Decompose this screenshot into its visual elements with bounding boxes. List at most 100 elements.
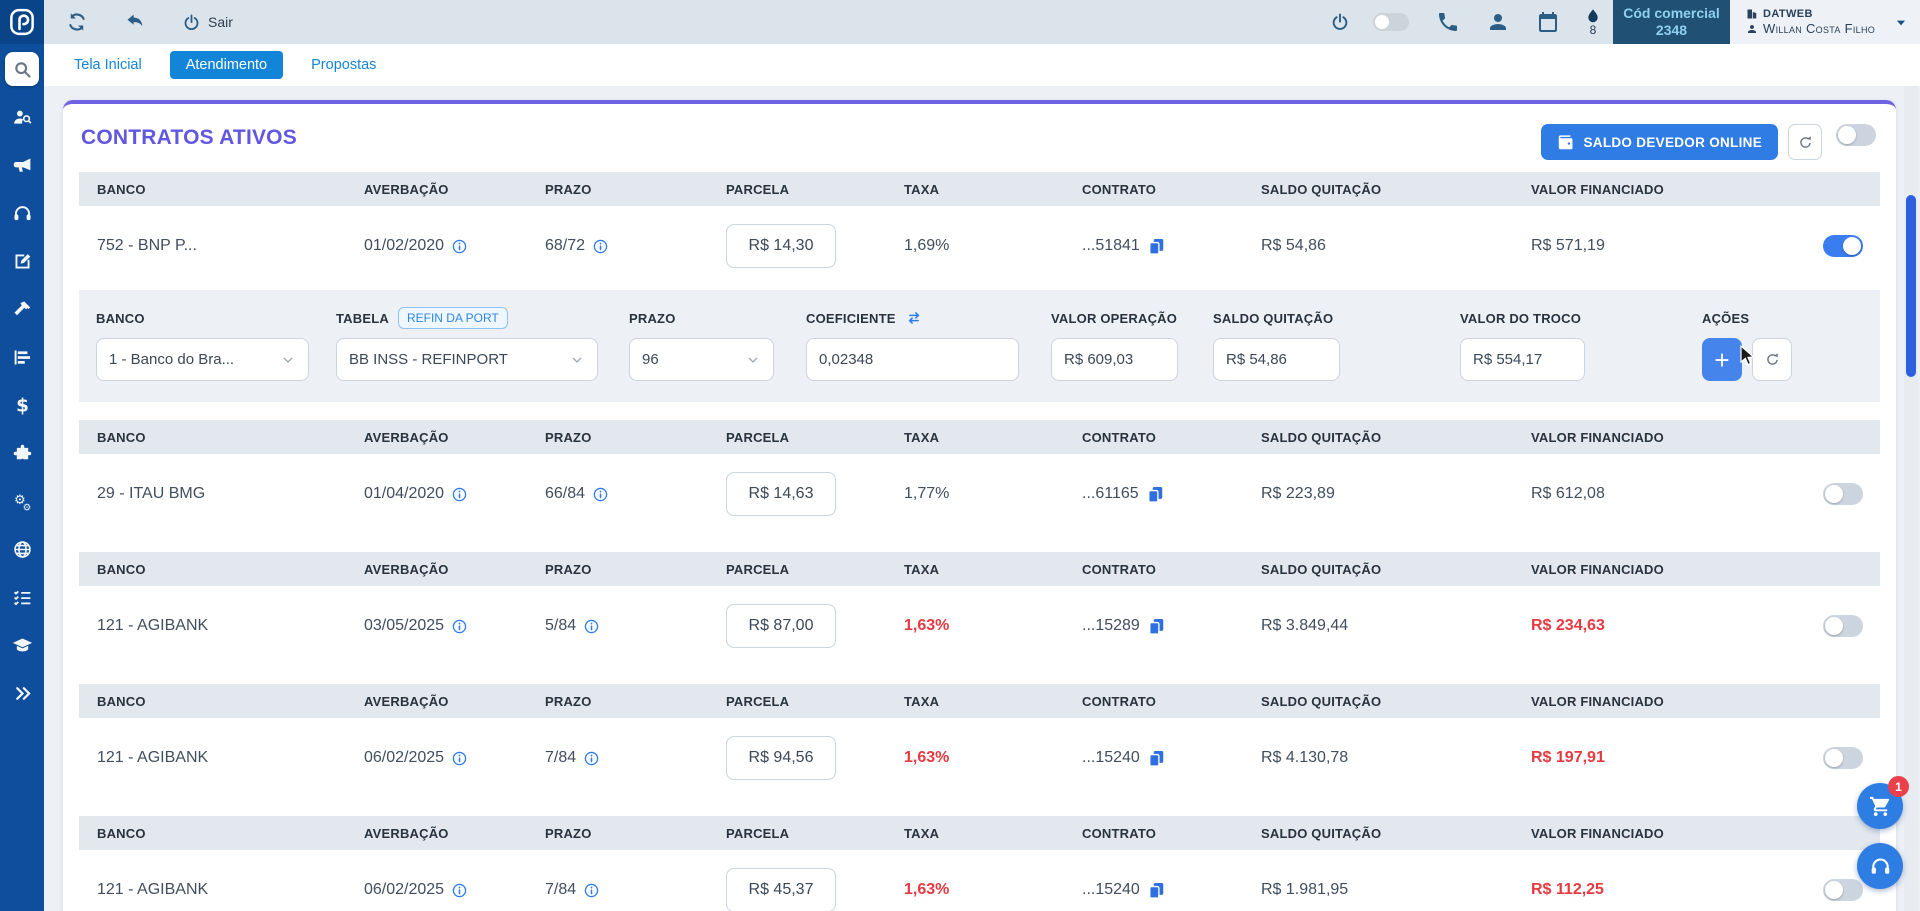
flame-counter[interactable]: 8 [1585, 8, 1601, 36]
support-fab[interactable] [1857, 843, 1903, 889]
info-icon[interactable] [451, 238, 468, 255]
sidebar-item-gears[interactable] [5, 484, 39, 518]
page-title: CONTRATOS ATIVOS [81, 126, 297, 150]
undo-icon [124, 11, 146, 33]
info-icon[interactable] [451, 618, 468, 635]
col-header-contrato: CONTRATO [1082, 826, 1261, 841]
sim-prazo-select[interactable]: 96 [629, 338, 774, 381]
user-menu[interactable]: DATWEB Willan Costa Filho [1730, 0, 1920, 44]
col-header-prazo: PRAZO [545, 430, 726, 445]
contract-prazo: 68/72 [545, 237, 585, 255]
scrollbar-thumb[interactable] [1906, 195, 1916, 377]
refresh-saldo-button[interactable] [1788, 124, 1822, 160]
sidebar-nav [5, 52, 39, 710]
sidebar-item-puzzle[interactable] [5, 436, 39, 470]
status-toggle[interactable] [1373, 13, 1409, 31]
refin-da-port-chip[interactable]: REFIN DA PORT [398, 307, 508, 329]
saldo-online-toggle[interactable] [1836, 124, 1876, 146]
tab-bar: Tela Inicial Atendimento Propostas [44, 44, 1920, 86]
contract-table: BANCO AVERBAÇÃO PRAZO PARCELA TAXA CONTR… [79, 684, 1880, 798]
caret-down-icon[interactable] [1894, 16, 1908, 30]
sidebar-item-checklist[interactable] [5, 580, 39, 614]
col-header-contrato: CONTRATO [1082, 694, 1261, 709]
sidebar-item-user-search[interactable] [5, 100, 39, 134]
sidebar-item-megaphone[interactable] [5, 148, 39, 182]
col-header-parcela: PARCELA [726, 430, 904, 445]
calendar-icon[interactable] [1536, 10, 1560, 34]
col-header-saldo-quitacao: SALDO QUITAÇÃO [1261, 826, 1531, 841]
copy-icon[interactable] [1147, 617, 1166, 636]
col-header-averbacao: AVERBAÇÃO [364, 182, 545, 197]
sidebar-item-dollar[interactable] [5, 388, 39, 422]
copy-icon[interactable] [1147, 881, 1166, 900]
sidebar-item-headset[interactable] [5, 196, 39, 230]
info-icon[interactable] [592, 486, 609, 503]
sim-prazo-value: 96 [642, 351, 659, 368]
recalculate-button[interactable] [1752, 338, 1792, 381]
col-header-taxa: TAXA [904, 826, 1082, 841]
contract-taxa: 1,77% [904, 485, 949, 503]
refresh-button[interactable] [66, 11, 88, 33]
contract-toggle[interactable] [1823, 483, 1863, 505]
contract-bank: 121 - AGIBANK [97, 881, 208, 899]
tab-propostas[interactable]: Propostas [295, 51, 392, 79]
parcela-input[interactable] [726, 868, 836, 911]
copy-icon[interactable] [1146, 485, 1165, 504]
sidebar-item-edit[interactable] [5, 244, 39, 278]
add-simulation-button[interactable]: + [1702, 338, 1742, 381]
person-icon[interactable] [1486, 10, 1510, 34]
sidebar-item-globe[interactable] [5, 532, 39, 566]
saldo-quitacao-input[interactable] [1213, 338, 1340, 381]
megaphone-icon [12, 155, 33, 176]
parcela-input[interactable] [726, 736, 836, 780]
logout-button[interactable]: Sair [182, 13, 233, 32]
col-header-banco: BANCO [79, 430, 364, 445]
toggle-knob [1825, 749, 1843, 767]
contract-row: 121 - AGIBANK 03/05/2025 5/84 1,63% ...1… [79, 586, 1880, 666]
tab-atendimento[interactable]: Atendimento [170, 51, 283, 79]
building-icon [1746, 8, 1758, 20]
copy-icon[interactable] [1147, 237, 1166, 256]
phone-icon[interactable] [1436, 10, 1460, 34]
sidebar-item-search[interactable] [5, 52, 39, 86]
valor-troco-input[interactable] [1460, 338, 1585, 381]
contract-valor-financiado: R$ 612,08 [1531, 485, 1605, 503]
col-header-valor-financiado: VALOR FINANCIADO [1531, 826, 1806, 841]
parcela-input[interactable] [726, 604, 836, 648]
sidebar-item-hammer[interactable] [5, 292, 39, 326]
parcela-input[interactable] [726, 224, 836, 268]
col-header-saldo-quitacao: SALDO QUITAÇÃO [1261, 182, 1531, 197]
app-logo[interactable] [0, 0, 44, 44]
refresh-icon [1764, 351, 1781, 368]
info-icon[interactable] [583, 882, 600, 899]
cart-fab[interactable]: 1 [1857, 783, 1903, 829]
sidebar-item-chart-bars[interactable] [5, 340, 39, 374]
tab-tela-inicial[interactable]: Tela Inicial [58, 51, 158, 79]
info-icon[interactable] [583, 750, 600, 767]
table-header-row: BANCO AVERBAÇÃO PRAZO PARCELA TAXA CONTR… [79, 684, 1880, 718]
sim-tabela-select[interactable]: BB INSS - REFINPORT [336, 338, 598, 381]
info-icon[interactable] [451, 750, 468, 767]
info-icon[interactable] [592, 238, 609, 255]
swap-icon[interactable] [905, 309, 923, 327]
parcela-input[interactable] [726, 472, 836, 516]
info-icon[interactable] [583, 618, 600, 635]
coeficiente-input[interactable] [806, 338, 1019, 381]
contract-toggle[interactable] [1823, 747, 1863, 769]
undo-button[interactable] [124, 11, 146, 33]
info-icon[interactable] [451, 882, 468, 899]
contract-toggle[interactable] [1823, 615, 1863, 637]
info-icon[interactable] [451, 486, 468, 503]
contract-toggle[interactable] [1823, 879, 1863, 901]
contract-toggle[interactable] [1823, 235, 1863, 257]
col-header-valor-financiado: VALOR FINANCIADO [1531, 562, 1806, 577]
sidebar-item-double-chevron-right[interactable] [5, 676, 39, 710]
power-toggle-icon[interactable] [1330, 12, 1350, 32]
col-header-taxa: TAXA [904, 694, 1082, 709]
valor-operacao-input[interactable] [1051, 338, 1178, 381]
sim-banco-select[interactable]: 1 - Banco do Bra... [96, 338, 309, 381]
copy-icon[interactable] [1147, 749, 1166, 768]
sidebar-item-graduation-cap[interactable] [5, 628, 39, 662]
saldo-devedor-online-button[interactable]: SALDO DEVEDOR ONLINE [1541, 124, 1778, 160]
refresh-icon [66, 11, 88, 33]
